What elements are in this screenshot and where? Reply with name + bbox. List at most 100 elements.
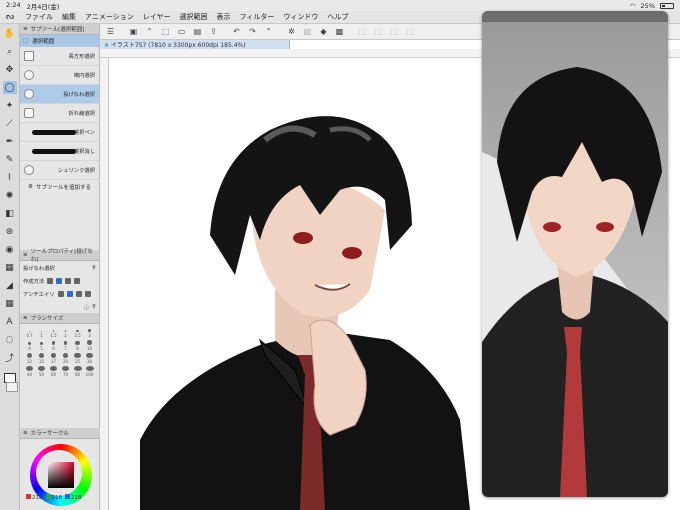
reference-illustration	[482, 67, 668, 497]
crop-icon[interactable]: ⬚	[404, 26, 417, 38]
antialias-strong-icon[interactable]	[84, 290, 91, 297]
menu-icon[interactable]: ☰	[104, 26, 117, 38]
subtool-group[interactable]: ⬚ 選択範囲	[20, 35, 99, 47]
reference-panel[interactable]	[482, 11, 668, 497]
transform-icon[interactable]: ⬚	[159, 26, 172, 38]
menu-animation[interactable]: アニメーション	[85, 12, 134, 22]
gradient-icon[interactable]: ▦	[3, 261, 17, 274]
brush-size-option[interactable]: 2	[60, 327, 71, 338]
deselect-icon[interactable]: ⬚	[372, 26, 385, 38]
correct-line-icon[interactable]: ⤴	[3, 351, 17, 364]
pen-icon[interactable]: ✒	[3, 135, 17, 148]
add-subtool-button[interactable]: ⚙ サブツールを追加する	[20, 180, 99, 194]
wrench-icon[interactable]: ⚲	[92, 304, 96, 310]
reference-title-bar[interactable]	[482, 11, 668, 22]
blend-icon[interactable]: ⊛	[3, 225, 17, 238]
wrench-icon[interactable]: ⚲	[92, 265, 96, 271]
clear-icon[interactable]: ▥	[301, 26, 314, 38]
brush-size-option[interactable]: 12	[24, 353, 35, 364]
subtool-item[interactable]: 投げなわ選択	[20, 85, 99, 104]
hand-icon[interactable]: ✋	[3, 27, 17, 40]
add-selection-icon[interactable]	[56, 277, 63, 284]
antialias-none-icon[interactable]	[57, 290, 64, 297]
brush-size-option[interactable]: 80	[72, 366, 83, 377]
redo-icon[interactable]: ↷	[246, 26, 259, 38]
panel-menu-icon[interactable]: ≡	[23, 430, 28, 436]
open-file-icon[interactable]: ▭	[175, 26, 188, 38]
saturation-value-square[interactable]	[48, 462, 74, 488]
brush-size-option[interactable]: 0.7	[24, 327, 35, 338]
brush-size-option[interactable]: 17	[48, 353, 59, 364]
pencil-icon[interactable]: ✎	[3, 153, 17, 166]
eraser-icon[interactable]: ◧	[3, 207, 17, 220]
brush-size-option[interactable]: 10	[84, 340, 95, 351]
brush-size-option[interactable]: 100	[84, 366, 95, 377]
brush-size-option[interactable]: 5	[36, 340, 47, 351]
brush-size-option[interactable]: 15	[36, 353, 47, 364]
eyedropper-icon[interactable]: ⟋	[3, 117, 17, 130]
select-all-icon[interactable]: ⬚	[356, 26, 369, 38]
brush-size-option[interactable]: 30	[84, 353, 95, 364]
brush-size-option[interactable]: 1	[36, 327, 47, 338]
menu-view[interactable]: 表示	[217, 12, 231, 22]
new-selection-icon[interactable]	[47, 277, 54, 284]
panel-menu-icon[interactable]: ≡	[23, 26, 28, 32]
move-icon[interactable]: ✥	[3, 63, 17, 76]
app-logo-icon[interactable]: ᔓ	[4, 12, 16, 22]
brush-size-option[interactable]: 6	[48, 340, 59, 351]
menu-help[interactable]: ヘルプ	[327, 12, 348, 22]
wand-icon[interactable]: ✦	[3, 99, 17, 112]
menu-window[interactable]: ウィンドウ	[283, 12, 318, 22]
lasso-icon[interactable]: ◯	[2, 81, 17, 94]
info-icon[interactable]: ⓘ	[84, 303, 89, 311]
save-icon[interactable]: ▤	[191, 26, 204, 38]
export-icon[interactable]: ⇪	[207, 26, 220, 38]
undo-icon[interactable]: ↶	[230, 26, 243, 38]
frame-icon[interactable]: ▦	[3, 297, 17, 310]
brush-size-option[interactable]: 25	[72, 353, 83, 364]
subtool-item[interactable]: 楕円選択	[20, 66, 99, 85]
menu-layer[interactable]: レイヤー	[143, 12, 171, 22]
chevron-icon[interactable]: ⌃	[143, 26, 156, 38]
airbrush-icon[interactable]: ✺	[3, 189, 17, 202]
subtract-selection-icon[interactable]	[65, 277, 72, 284]
panel-menu-icon[interactable]: ≡	[23, 252, 28, 258]
antialias-medium-icon[interactable]	[75, 290, 82, 297]
menu-file[interactable]: ファイル	[25, 12, 53, 22]
brush-size-option[interactable]: 40	[24, 366, 35, 377]
brush-size-option[interactable]: 70	[60, 366, 71, 377]
brush-size-option[interactable]: 2.5	[72, 327, 83, 338]
chevron-icon[interactable]: ⌃	[262, 26, 275, 38]
antialias-weak-icon[interactable]	[66, 290, 73, 297]
subtool-item[interactable]: 長方形選択	[20, 47, 99, 66]
menu-selection[interactable]: 選択範囲	[180, 12, 208, 22]
brush-size-option[interactable]: 3	[84, 327, 95, 338]
fill-icon[interactable]: ◉	[3, 243, 17, 256]
figure-icon[interactable]: ◢	[3, 279, 17, 292]
balloon-icon[interactable]: ◌	[3, 333, 17, 346]
brush-size-option[interactable]: 60	[48, 366, 59, 377]
brush-size-option[interactable]: 4	[24, 340, 35, 351]
new-file-icon[interactable]: ▣	[127, 26, 140, 38]
invert-selection-icon[interactable]: ⬚	[388, 26, 401, 38]
brush-size-option[interactable]: 8	[72, 340, 83, 351]
settings-icon[interactable]: ✲	[285, 26, 298, 38]
subtool-item[interactable]: 折れ線選択	[20, 104, 99, 123]
menu-filter[interactable]: フィルター	[240, 12, 275, 22]
subtool-item[interactable]: シュリンク選択	[20, 161, 99, 180]
layer-icon[interactable]: ▩	[333, 26, 346, 38]
menu-edit[interactable]: 編集	[62, 12, 76, 22]
intersect-selection-icon[interactable]	[74, 277, 81, 284]
brush-icon[interactable]: ⌇	[3, 171, 17, 184]
brush-size-option[interactable]: 7	[60, 340, 71, 351]
panel-menu-icon[interactable]: ≡	[23, 315, 28, 321]
zoom-icon[interactable]: ⌕	[3, 45, 17, 58]
subtool-item[interactable]: 選択ペン	[20, 123, 99, 142]
subtool-item[interactable]: 選択消し	[20, 142, 99, 161]
text-icon[interactable]: A	[3, 315, 17, 328]
sub-color-swatch[interactable]	[5, 382, 18, 392]
fill-bucket-icon[interactable]: ◆	[317, 26, 330, 38]
brush-size-option[interactable]: 20	[60, 353, 71, 364]
brush-size-option[interactable]: 50	[36, 366, 47, 377]
brush-size-option[interactable]: 1.5	[48, 327, 59, 338]
